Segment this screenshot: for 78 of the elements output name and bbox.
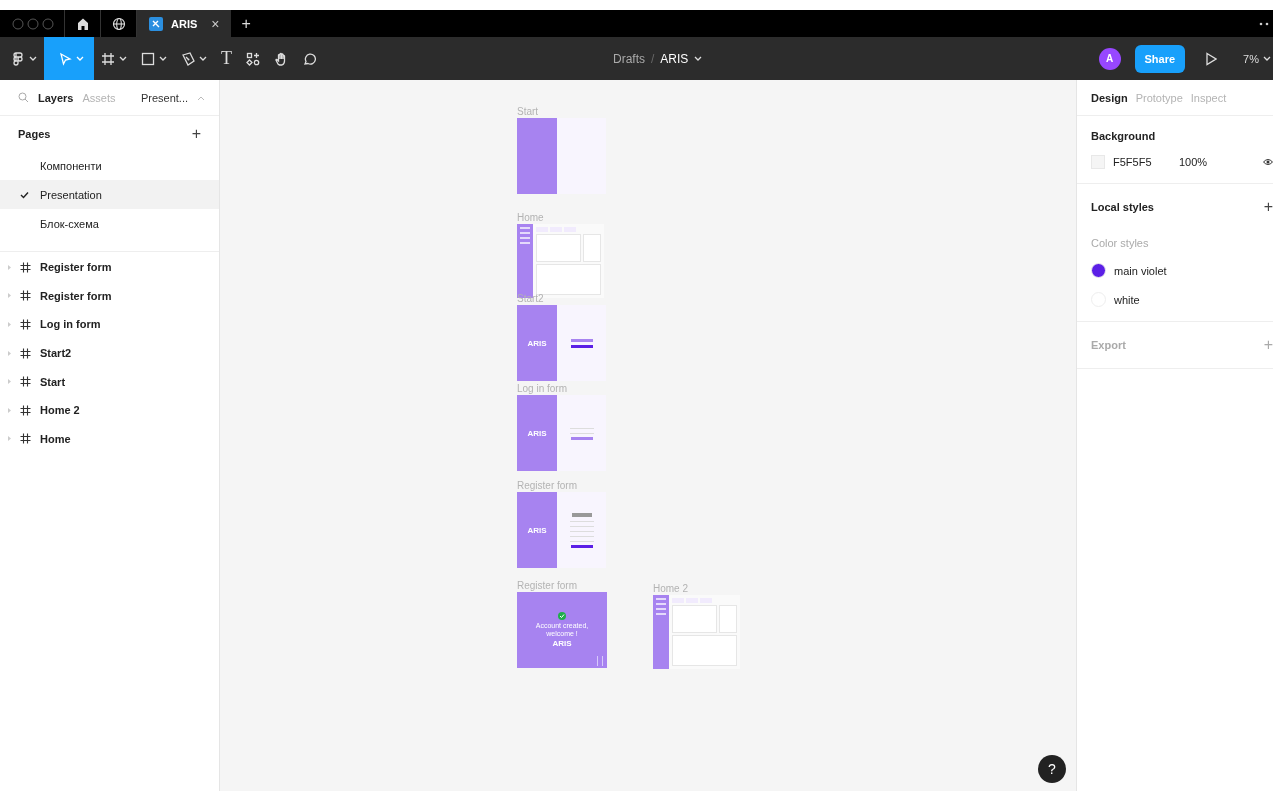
page-item[interactable]: Presentation [0,180,219,209]
layer-name[interactable]: Home 2 [40,404,80,417]
logo-text: ARIS [527,428,547,438]
breadcrumb-separator: / [651,51,655,66]
frame-icon [20,261,31,273]
caret-icon[interactable] [1263,55,1271,62]
breadcrumb-link[interactable]: Drafts [613,51,645,66]
file-icon [149,16,163,31]
layer-name[interactable]: Log in form [40,318,101,331]
window-control-icon[interactable] [27,17,39,30]
dashboard-thumbnail[interactable] [653,595,740,669]
comment-icon [302,51,316,66]
expand-arrow-icon[interactable] [7,263,12,271]
frame-icon [20,347,31,359]
frame-icon [20,433,31,445]
file-name-menu[interactable]: ARIS [660,51,689,66]
logo-text: ARIS [527,525,547,535]
window-control-icon[interactable] [12,17,24,30]
expand-arrow-icon[interactable] [7,321,12,328]
help-button[interactable]: ? [1038,755,1066,783]
style-name[interactable]: main violet [1114,264,1167,277]
pen-icon [181,51,195,66]
close-button[interactable]: × [211,15,220,32]
resources-icon [246,51,260,66]
layer-name[interactable]: Start [40,375,66,388]
tool-button[interactable]: T [214,37,239,80]
layer-name[interactable]: Home [40,432,71,445]
panel-tab[interactable]: Layers [38,91,74,104]
section-title: Background [1091,130,1157,142]
file-tab[interactable]: ARIS × [137,10,232,37]
layer-name[interactable]: Register form [40,261,112,274]
frame-icon [20,404,31,416]
add-button[interactable]: + [1263,198,1273,216]
section-title: Export [1091,339,1126,351]
hex-value[interactable]: F5F5F5 [1113,156,1171,168]
square-icon [141,51,155,66]
home-icon[interactable] [75,16,90,31]
play-icon[interactable] [1205,51,1218,66]
style-name[interactable]: white [1114,293,1140,306]
page-item[interactable]: Блок-схема [0,209,219,238]
section-subtitle: Color styles [1091,237,1150,249]
frame-icon [20,319,31,330]
page-selector[interactable]: Present... [140,91,188,104]
expand-arrow-icon[interactable] [7,378,12,386]
logo-text: ARIS [552,639,572,649]
add-button[interactable]: + [191,124,201,143]
opacity-value[interactable]: 100% [1179,156,1208,168]
section-title: Pages [18,127,51,140]
page-item[interactable]: Компоненти [0,151,219,180]
tab-label: ARIS [171,17,198,30]
cursor-icon [58,51,72,66]
expand-arrow-icon[interactable] [7,349,12,357]
layer-name[interactable]: Register form [40,289,112,302]
search-icon[interactable] [18,92,29,103]
section-title: Local styles [1091,201,1154,213]
check-circle-icon [558,611,566,620]
avatar[interactable]: A [1098,47,1121,70]
more-icon[interactable] [1259,21,1269,26]
expand-arrow-icon[interactable] [7,406,12,414]
new-tab-button[interactable]: + [241,14,251,33]
globe-icon[interactable] [111,16,126,31]
frame-thumbnail[interactable] [517,118,606,194]
hand-icon [274,51,288,66]
chevron-up-icon[interactable] [197,94,205,101]
window-control-icon[interactable] [42,17,54,30]
logo-text: ARIS [527,338,547,348]
expand-arrow-icon[interactable] [7,292,12,300]
check-icon [20,190,29,199]
frame-icon [20,376,31,388]
panel-tab[interactable]: Design [1091,91,1128,104]
layer-name[interactable]: Start2 [40,347,72,360]
caret-icon[interactable] [694,55,703,62]
eye-icon[interactable] [1263,158,1273,166]
frame-icon [20,290,31,302]
zoom-menu[interactable]: 7% [1243,52,1259,65]
figma-logo-icon [11,51,25,66]
frame-icon [101,51,115,66]
expand-arrow-icon[interactable] [7,435,12,443]
